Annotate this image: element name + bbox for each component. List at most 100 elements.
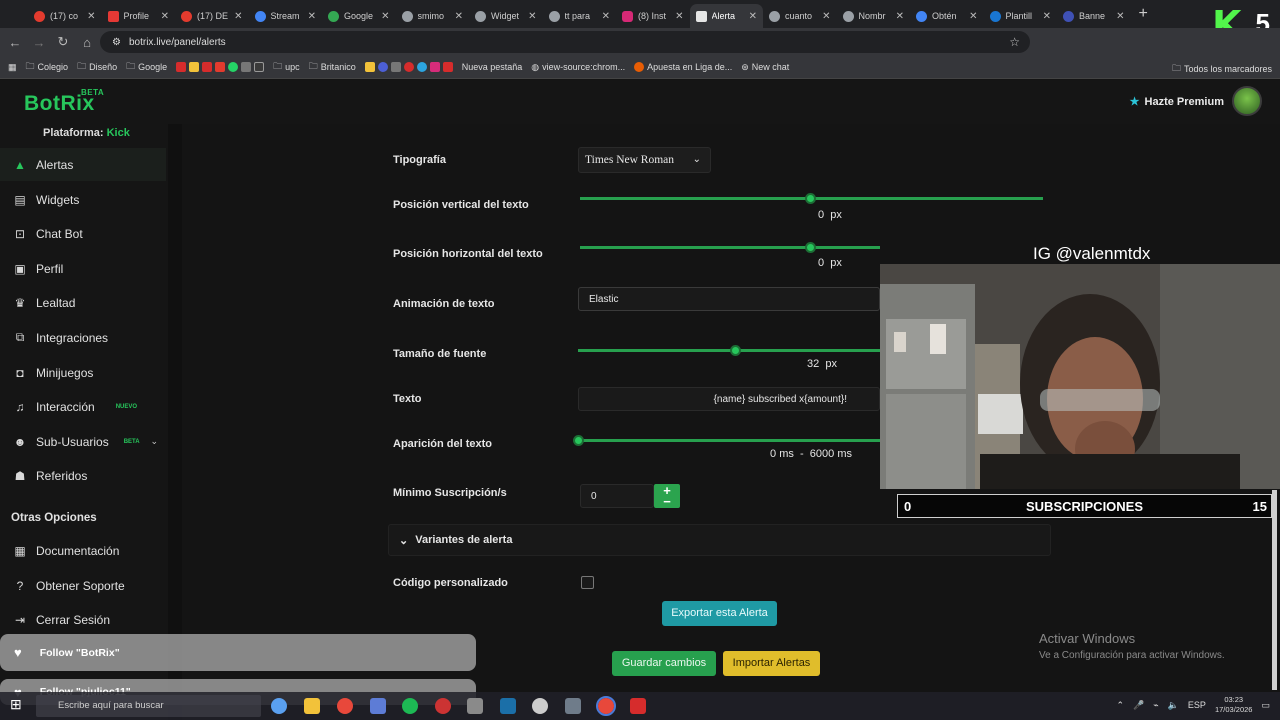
- export-alert-button[interactable]: Exportar esta Alerta: [662, 601, 777, 626]
- bookmark-folder[interactable]: 🗀 Google: [126, 59, 167, 75]
- browser-tab[interactable]: smimo ✕: [396, 4, 470, 28]
- sidebar-item-documentacion[interactable]: ▦ Documentación: [0, 534, 166, 567]
- network-icon[interactable]: ⌁: [1153, 700, 1158, 711]
- forward-icon[interactable]: →: [27, 35, 51, 50]
- vpos-slider-handle[interactable]: [805, 193, 816, 204]
- app-icon[interactable]: [435, 698, 451, 714]
- animation-select[interactable]: Elastic: [578, 287, 880, 311]
- browser-tab-active[interactable]: Alerta ✕: [689, 4, 763, 28]
- bookmark-link[interactable]: ◍ view-source:chrom...: [531, 62, 625, 73]
- sidebar-item-alertas[interactable]: ▲ Alertas: [0, 148, 166, 181]
- bookmark-icons[interactable]: [176, 62, 265, 72]
- close-icon[interactable]: ✕: [749, 11, 757, 22]
- sidebar-item-minijuegos[interactable]: ◘ Minijuegos: [0, 356, 166, 389]
- copilot-icon[interactable]: [271, 698, 287, 714]
- chevron-down-icon[interactable]: ⌄: [150, 436, 158, 447]
- bookmark-icons[interactable]: [364, 62, 453, 72]
- botrix-logo[interactable]: BotRix BETA: [24, 88, 104, 116]
- bookmark-folder[interactable]: 🗀 Britanico: [309, 59, 356, 75]
- avatar[interactable]: [1232, 86, 1262, 116]
- close-icon[interactable]: ✕: [822, 11, 830, 22]
- address-bar[interactable]: ⚙ botrix.live/panel/alerts ☆: [100, 31, 1030, 53]
- alert-variants-toggle[interactable]: ⌄ Variantes de alerta: [388, 524, 1051, 556]
- close-icon[interactable]: ✕: [161, 11, 169, 22]
- sidebar-item-perfil[interactable]: ▣ Perfil: [0, 252, 166, 285]
- clock[interactable]: 03:23 17/03/2026: [1215, 695, 1253, 715]
- close-icon[interactable]: ✕: [1116, 11, 1124, 22]
- mic-icon[interactable]: 🎤: [1133, 700, 1144, 711]
- save-changes-button[interactable]: Guardar cambios: [612, 651, 716, 676]
- bookmark-folder[interactable]: 🗀 Diseño: [77, 59, 117, 75]
- store-icon[interactable]: [370, 698, 386, 714]
- browser-tab[interactable]: (17) co ✕: [28, 4, 102, 28]
- all-bookmarks-folder[interactable]: 🗀 Todos los marcadores: [1172, 61, 1272, 77]
- settings-icon[interactable]: [532, 698, 548, 714]
- alert-text-input[interactable]: {name} subscribed x{amount}!: [578, 387, 880, 411]
- close-icon[interactable]: ✕: [896, 11, 904, 22]
- close-icon[interactable]: ✕: [1043, 11, 1051, 22]
- sidebar-item-sub-usuarios[interactable]: ☻ Sub-Usuarios BETA ⌄: [0, 425, 166, 458]
- close-icon[interactable]: ✕: [528, 11, 536, 22]
- sidebar-item-widgets[interactable]: ▤ Widgets: [0, 183, 166, 216]
- font-size-slider-track[interactable]: [578, 349, 880, 352]
- close-icon[interactable]: ✕: [381, 11, 389, 22]
- back-icon[interactable]: ←: [3, 35, 27, 50]
- minus-icon[interactable]: −: [654, 495, 680, 508]
- reload-icon[interactable]: ↻: [51, 34, 75, 50]
- close-icon[interactable]: ✕: [969, 11, 977, 22]
- browser-tab[interactable]: Google ✕: [322, 4, 396, 28]
- font-size-slider-handle[interactable]: [730, 345, 741, 356]
- site-info-icon[interactable]: ⚙: [112, 37, 121, 48]
- close-icon[interactable]: ✕: [87, 11, 95, 22]
- min-subs-input[interactable]: 0: [580, 484, 654, 508]
- file-explorer-icon[interactable]: [304, 698, 320, 714]
- premium-button[interactable]: ★ Hazte Premium: [1130, 95, 1224, 109]
- sidebar-item-lealtad[interactable]: ♛ Lealtad: [0, 286, 166, 319]
- bookmark-folder[interactable]: 🗀 Colegio: [26, 59, 69, 75]
- browser-tab[interactable]: (8) Inst ✕: [616, 4, 690, 28]
- browser-tab[interactable]: Obtén ✕: [910, 4, 984, 28]
- custom-code-checkbox[interactable]: [581, 576, 594, 589]
- import-alerts-button[interactable]: Importar Alertas: [723, 651, 820, 676]
- close-icon[interactable]: ✕: [234, 11, 242, 22]
- appear-slider-track[interactable]: [578, 439, 880, 442]
- browser-tab[interactable]: Nombr ✕: [837, 4, 911, 28]
- obs-icon[interactable]: [630, 698, 646, 714]
- sidebar-item-cerrar-sesion[interactable]: ⇥ Cerrar Sesión: [0, 603, 166, 636]
- steam-icon[interactable]: [500, 698, 516, 714]
- bookmark-link[interactable]: Apuesta en Liga de...: [634, 62, 732, 72]
- sidebar-item-integraciones[interactable]: ⧉ Integraciones: [0, 321, 166, 354]
- browser-tab[interactable]: Stream ✕: [249, 4, 323, 28]
- close-icon[interactable]: ✕: [602, 11, 610, 22]
- language-indicator[interactable]: ESP: [1188, 700, 1206, 710]
- min-subs-stepper[interactable]: + −: [654, 484, 680, 508]
- browser-tab[interactable]: Banne ✕: [1057, 4, 1131, 28]
- appear-slider-handle[interactable]: [573, 435, 584, 446]
- browser-tab[interactable]: tt para ✕: [543, 4, 617, 28]
- chevron-up-icon[interactable]: ⌃: [1117, 700, 1125, 711]
- chrome-icon[interactable]: [337, 698, 353, 714]
- sidebar-item-interaccion[interactable]: ♫ Interacción NUEVO: [0, 390, 166, 423]
- bookmark-link[interactable]: Nueva pestaña: [462, 62, 523, 72]
- hpos-slider-track[interactable]: [580, 246, 880, 249]
- chrome-icon[interactable]: [596, 696, 616, 716]
- taskbar-search[interactable]: Escribe aquí para buscar: [36, 695, 261, 717]
- notification-icon[interactable]: ▭: [1261, 700, 1270, 711]
- sidebar-item-chat-bot[interactable]: ⊡ Chat Bot: [0, 217, 166, 250]
- hpos-slider-handle[interactable]: [805, 242, 816, 253]
- typography-select[interactable]: Times New Roman ⌄: [578, 147, 711, 173]
- spotify-icon[interactable]: [402, 698, 418, 714]
- close-icon[interactable]: ✕: [675, 11, 683, 22]
- bookmark-folder[interactable]: 🗀 upc: [273, 59, 300, 75]
- bookmark-star-icon[interactable]: ☆: [1009, 35, 1020, 49]
- app-icon[interactable]: [565, 698, 581, 714]
- apps-icon[interactable]: ▦: [8, 62, 17, 73]
- close-icon[interactable]: ✕: [308, 11, 316, 22]
- browser-tab[interactable]: cuanto ✕: [763, 4, 837, 28]
- browser-tab[interactable]: Profile ✕: [102, 4, 176, 28]
- close-icon[interactable]: ✕: [455, 11, 463, 22]
- bookmark-link[interactable]: ⊛ New chat: [741, 62, 789, 73]
- volume-icon[interactable]: 🔈: [1168, 700, 1179, 711]
- browser-tab[interactable]: Widget ✕: [469, 4, 543, 28]
- app-icon[interactable]: [467, 698, 483, 714]
